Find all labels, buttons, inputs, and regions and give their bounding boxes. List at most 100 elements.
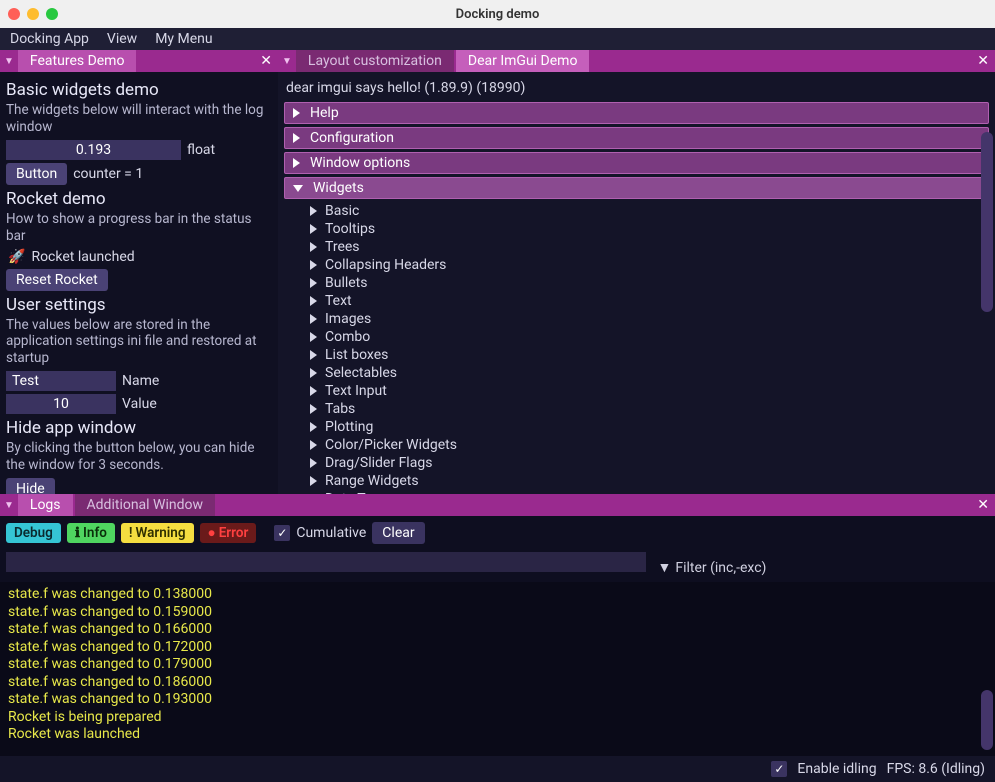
minimize-window-icon[interactable] (27, 8, 39, 20)
error-filter-button[interactable]: ●Error (200, 523, 257, 543)
tree-item[interactable]: Collapsing Headers (288, 256, 989, 274)
tree-item[interactable]: Trees (288, 238, 989, 256)
tree-item[interactable]: Selectables (288, 364, 989, 382)
enable-idling-checkbox[interactable] (771, 761, 787, 777)
warning-filter-button[interactable]: !Warning (121, 523, 194, 543)
name-input[interactable]: Test (6, 371, 116, 391)
tree-item-label: Tooltips (325, 221, 375, 237)
menu-my-menu[interactable]: My Menu (155, 31, 212, 47)
tree-item-label: List boxes (325, 347, 388, 363)
menu-docking-app[interactable]: Docking App (10, 31, 89, 47)
tree-item-label: Text Input (325, 383, 387, 399)
value-label: Value (122, 396, 157, 412)
close-window-icon[interactable] (8, 8, 20, 20)
tree-item[interactable]: Basic (288, 202, 989, 220)
tree-item[interactable]: Text (288, 292, 989, 310)
tree-item[interactable]: Images (288, 310, 989, 328)
debug-filter-button[interactable]: Debug (6, 523, 61, 543)
dock-grip-icon[interactable]: ▼ (0, 56, 18, 67)
tree-item[interactable]: Tooltips (288, 220, 989, 238)
tree-item-label: Selectables (325, 365, 397, 381)
tree-item[interactable]: Drag/Slider Flags (288, 454, 989, 472)
reset-rocket-button[interactable]: Reset Rocket (6, 269, 108, 291)
counter-text: counter = 1 (73, 166, 143, 182)
tab-imgui-demo[interactable]: Dear ImGui Demo (456, 50, 590, 72)
tree-item-label: Text (325, 293, 352, 309)
arrow-right-icon (310, 206, 317, 216)
imgui-demo-body: dear imgui says hello! (1.89.9) (18990) … (278, 72, 995, 494)
tree-item-label: Plotting (325, 419, 373, 435)
header-configuration[interactable]: Configuration (284, 127, 989, 149)
filter-label: ▼Filter (inc,-exc) (657, 560, 766, 576)
tree-item[interactable]: Color/Picker Widgets (288, 436, 989, 454)
arrow-right-icon (310, 404, 317, 414)
window-title: Docking demo (0, 7, 995, 22)
log-line: state.f was changed to 0.166000 (8, 621, 987, 639)
tab-features-demo[interactable]: Features Demo (18, 50, 137, 72)
header-help[interactable]: Help (284, 102, 989, 124)
vertical-scrollbar[interactable] (981, 132, 993, 312)
close-tab-icon[interactable]: ✕ (971, 53, 995, 69)
log-line: state.f was changed to 0.193000 (8, 691, 987, 709)
close-tab-icon[interactable]: ✕ (971, 497, 995, 513)
warning-icon: ! (129, 525, 133, 541)
arrow-right-icon (310, 350, 317, 360)
error-icon: ● (208, 525, 216, 541)
value-input[interactable]: 10 (6, 394, 116, 414)
info-filter-button[interactable]: ℹInfo (67, 523, 115, 543)
fps-display: FPS: 8.6 (Idling) (887, 761, 985, 777)
tab-logs[interactable]: Logs (18, 494, 73, 516)
button-widget[interactable]: Button (6, 163, 67, 185)
header-window-options[interactable]: Window options (284, 152, 989, 174)
float-label: float (187, 142, 215, 158)
enable-idling-label: Enable idling (797, 761, 876, 777)
arrow-right-icon (310, 386, 317, 396)
tree-item[interactable]: Combo (288, 328, 989, 346)
arrow-right-icon (310, 278, 317, 288)
clear-button[interactable]: Clear (372, 522, 424, 544)
imgui-hello-text: dear imgui says hello! (1.89.9) (18990) (286, 80, 987, 96)
tree-item-label: Trees (325, 239, 360, 255)
vertical-scrollbar[interactable] (981, 690, 993, 750)
dock-grip-icon[interactable]: ▼ (278, 56, 296, 67)
tree-item-label: Drag/Slider Flags (325, 455, 432, 471)
arrow-right-icon (293, 158, 300, 168)
arrow-right-icon (310, 440, 317, 450)
tree-item[interactable]: List boxes (288, 346, 989, 364)
log-line: Rocket was launched (8, 726, 987, 744)
arrow-right-icon (310, 314, 317, 324)
close-tab-icon[interactable]: ✕ (254, 53, 278, 69)
tree-item-label: Basic (325, 203, 359, 219)
tree-item[interactable]: Plotting (288, 418, 989, 436)
statusbar: Enable idling FPS: 8.6 (Idling) (0, 756, 995, 782)
hide-desc: By clicking the button below, you can hi… (6, 440, 272, 474)
log-line: Rocket is being prepared (8, 709, 987, 727)
section-title-settings: User settings (6, 295, 272, 315)
arrow-down-icon (293, 185, 303, 192)
hide-button[interactable]: Hide (6, 478, 55, 494)
section-title-hide: Hide app window (6, 418, 272, 438)
arrow-right-icon (310, 368, 317, 378)
arrow-right-icon (293, 133, 300, 143)
arrow-right-icon (310, 476, 317, 486)
float-input[interactable]: 0.193 (6, 140, 181, 160)
log-line: state.f was changed to 0.138000 (8, 586, 987, 604)
tree-item[interactable]: Text Input (288, 382, 989, 400)
rocket-status: Rocket launched (31, 249, 134, 265)
tree-item[interactable]: Bullets (288, 274, 989, 292)
filter-input[interactable] (6, 552, 646, 572)
tab-layout-customization[interactable]: Layout customization (296, 50, 454, 72)
section-title-rocket: Rocket demo (6, 189, 272, 209)
log-line: state.f was changed to 0.179000 (8, 656, 987, 674)
menu-view[interactable]: View (107, 31, 137, 47)
features-panel-body: Basic widgets demo The widgets below wil… (0, 72, 278, 494)
log-line: state.f was changed to 0.186000 (8, 674, 987, 692)
tree-item[interactable]: Tabs (288, 400, 989, 418)
maximize-window-icon[interactable] (46, 8, 58, 20)
tree-item[interactable]: Range Widgets (288, 472, 989, 490)
header-widgets[interactable]: Widgets (284, 177, 989, 199)
arrow-right-icon (310, 224, 317, 234)
dock-grip-icon[interactable]: ▼ (0, 500, 18, 511)
cumulative-checkbox[interactable] (274, 525, 290, 541)
tab-additional-window[interactable]: Additional Window (75, 494, 215, 516)
